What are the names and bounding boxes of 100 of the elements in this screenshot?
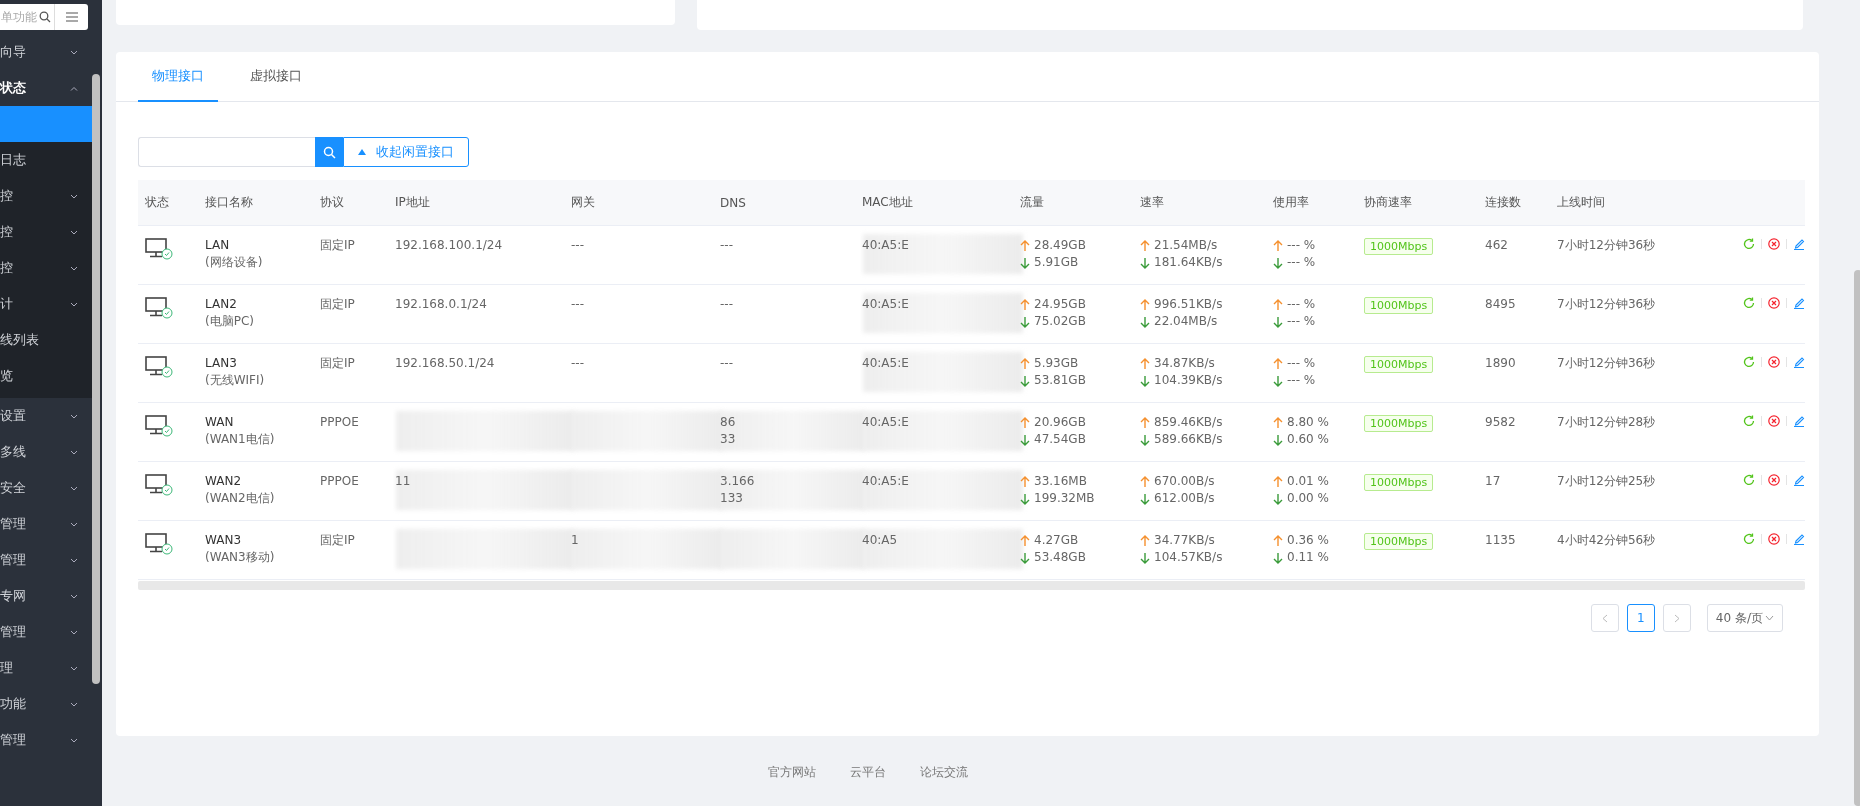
edit-icon[interactable] (1793, 474, 1805, 486)
refresh-icon[interactable] (1743, 533, 1755, 545)
search-button[interactable] (315, 137, 343, 167)
menu-group[interactable]: 向导 (0, 34, 92, 70)
menu-group[interactable]: 状态 (0, 70, 92, 106)
edit-icon[interactable] (1793, 533, 1805, 545)
menu-group[interactable]: 安全 (0, 470, 92, 506)
table-cell: 1135 (1485, 533, 1516, 548)
rate-value: 612.00B/s (1154, 491, 1215, 506)
close-circle-icon[interactable] (1768, 238, 1780, 250)
interface-name: LAN2 (205, 297, 237, 312)
column-header: 网关 (570, 194, 596, 211)
menu-button[interactable] (54, 4, 88, 30)
refresh-icon[interactable] (1743, 415, 1755, 427)
arrow-down-icon (1273, 433, 1283, 446)
refresh-icon[interactable] (1743, 238, 1755, 250)
menu-group[interactable]: 理 (0, 650, 92, 686)
menu-group[interactable]: 管理 (0, 506, 92, 542)
footer-link[interactable]: 论坛交流 (919, 764, 968, 781)
edit-icon[interactable] (1793, 297, 1805, 309)
arrow-up-icon (1020, 239, 1030, 252)
menu-group[interactable]: 专网 (0, 578, 92, 614)
rate-value: 589.66KB/s (1154, 432, 1223, 447)
arrow-down-icon (1273, 492, 1283, 505)
table-cell: 8495 (1485, 297, 1516, 312)
caret-icon (70, 701, 78, 707)
caret-icon (70, 229, 78, 235)
rate-value: 996.51KB/s (1154, 297, 1223, 312)
scrollbar[interactable] (1854, 270, 1860, 806)
arrow-up-icon (1140, 298, 1150, 311)
close-circle-icon[interactable] (1768, 415, 1780, 427)
caret-icon (70, 737, 78, 743)
menu-group[interactable]: 管理 (0, 542, 92, 578)
table-cell: 固定IP (320, 238, 355, 253)
search-icon (39, 11, 51, 23)
search-icon (322, 145, 336, 159)
close-circle-icon[interactable] (1768, 297, 1780, 309)
column-header: 连接数 (1484, 194, 1522, 211)
arrow-down-icon (1140, 315, 1150, 328)
usage-value: 8.80 % (1287, 415, 1329, 430)
footer-link[interactable]: 官方网站 (767, 764, 816, 781)
usage-value: --- % (1287, 373, 1316, 388)
edit-icon[interactable] (1793, 238, 1805, 250)
page-size-select[interactable]: 40 条/页 (1706, 604, 1783, 632)
table-cell: 7小时12分钟36秒 (1557, 356, 1656, 371)
arrow-up-icon (1273, 239, 1283, 252)
menu-group[interactable]: 多线 (0, 434, 92, 470)
column-header: 接口名称 (204, 194, 254, 211)
speed-tag: 1000Mbps (1364, 533, 1434, 550)
scrollbar[interactable] (92, 74, 100, 684)
arrow-up-icon (1140, 534, 1150, 547)
refresh-icon[interactable] (1743, 297, 1755, 309)
search-field[interactable] (138, 137, 315, 167)
traffic-value: 20.96GB (1034, 415, 1086, 430)
arrow-up-icon (1273, 416, 1283, 429)
menu-group[interactable]: 管理 (0, 722, 92, 758)
caret-icon (70, 449, 78, 455)
next-page-button[interactable] (1662, 604, 1691, 632)
arrow-up-icon (1140, 416, 1150, 429)
arrow-up-icon (1273, 298, 1283, 311)
arrow-down-icon (1273, 374, 1283, 387)
edit-icon[interactable] (1793, 356, 1805, 368)
menu-group[interactable]: 管理 (0, 614, 92, 650)
rate-value: 34.77KB/s (1154, 533, 1215, 548)
table-cell: 33 (720, 432, 736, 447)
arrow-down-icon (1140, 256, 1150, 269)
close-circle-icon[interactable] (1768, 474, 1780, 486)
caret-icon (70, 193, 78, 199)
menu-icon (65, 12, 78, 22)
rate-value: 104.57KB/s (1154, 550, 1223, 565)
usage-value: 0.01 % (1287, 474, 1329, 489)
usage-value: 0.11 % (1287, 550, 1329, 565)
table-cell: 7小时12分钟36秒 (1557, 297, 1656, 312)
column-header: 协商速率 (1363, 194, 1413, 211)
arrow-down-icon (1273, 551, 1283, 564)
arrow-up-icon (1020, 298, 1030, 311)
monitor-status-icon (145, 415, 173, 437)
rate-value: 22.04MB/s (1154, 314, 1218, 329)
arrow-down-icon (1020, 374, 1030, 387)
caret-icon (70, 593, 78, 599)
menu-group[interactable]: 设置 (0, 398, 92, 434)
column-header: MAC地址 (861, 194, 914, 211)
arrow-down-icon (1140, 551, 1150, 564)
interface-name: LAN (205, 238, 230, 253)
arrow-up-icon (1140, 357, 1150, 370)
column-header: DNS (719, 195, 747, 210)
close-circle-icon[interactable] (1768, 356, 1780, 368)
arrow-down-icon (1140, 433, 1150, 446)
footer-link[interactable]: 云平台 (849, 764, 886, 781)
refresh-icon[interactable] (1743, 474, 1755, 486)
refresh-icon[interactable] (1743, 356, 1755, 368)
column-header: 上线时间 (1556, 194, 1606, 211)
edit-icon[interactable] (1793, 415, 1805, 427)
table-cell: 4小时42分钟56秒 (1557, 533, 1656, 548)
table-cell: 86 (720, 415, 736, 430)
traffic-value: 47.54GB (1034, 432, 1086, 447)
tab[interactable]: 虚拟接口 (236, 52, 316, 102)
menu-group[interactable]: 功能 (0, 686, 92, 722)
previous-page-button[interactable] (1590, 604, 1619, 632)
close-circle-icon[interactable] (1768, 533, 1780, 545)
